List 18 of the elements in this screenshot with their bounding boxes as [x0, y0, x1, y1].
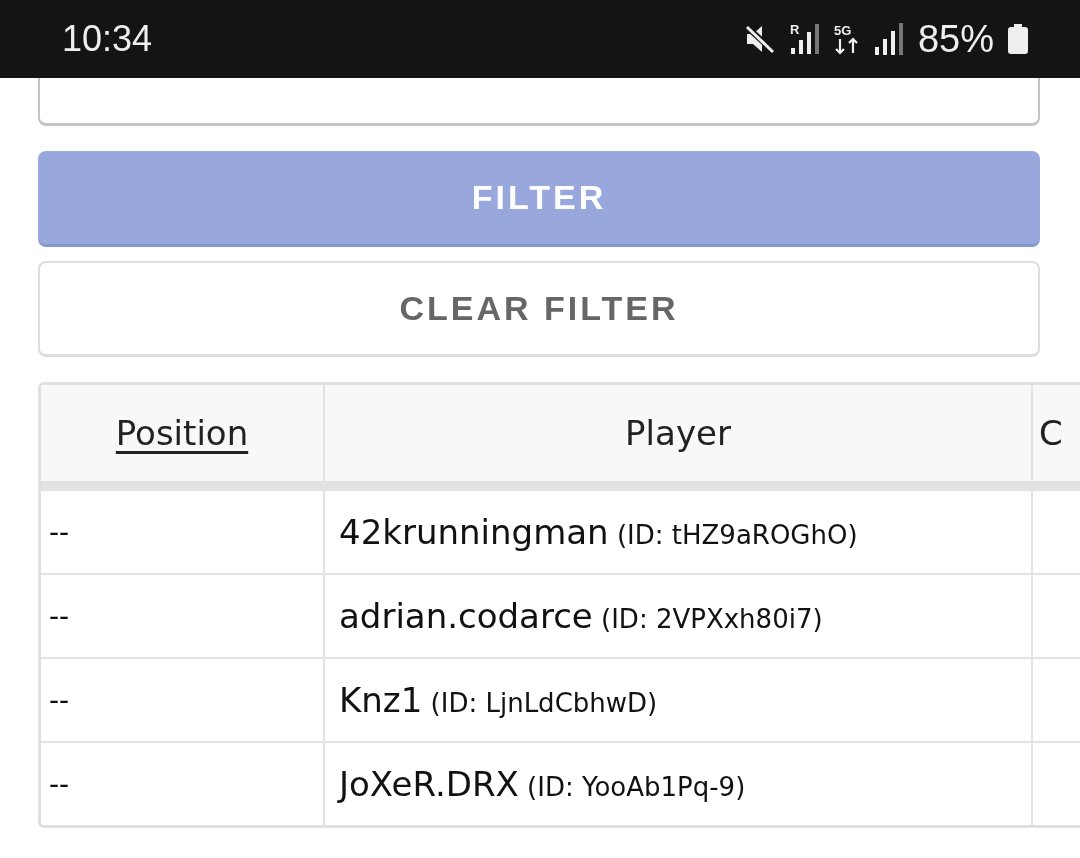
- column-header: C: [1039, 413, 1063, 453]
- mute-icon: [743, 24, 776, 54]
- position-cell: --: [49, 683, 70, 717]
- player-name: 42krunningman (ID: tHZ9aROGhO): [339, 512, 858, 552]
- position-cell: --: [49, 599, 70, 633]
- position-cell: --: [49, 767, 70, 801]
- signal-icon: [873, 23, 904, 55]
- player-name: Knz1 (ID: LjnLdCbhwD): [339, 680, 658, 720]
- battery-percentage: 85%: [917, 17, 994, 61]
- clear-filter-button[interactable]: CLEAR FILTER: [38, 261, 1040, 357]
- position-cell: --: [49, 515, 70, 549]
- sort-link[interactable]: Position: [115, 413, 249, 453]
- select-field[interactable]: [38, 78, 1040, 126]
- player-name: JoXeR.DRX (ID: YooAb1Pq-9): [339, 764, 746, 804]
- battery-icon: [1008, 24, 1028, 54]
- clock-time: 10:34: [62, 18, 153, 60]
- column-header: Player: [625, 413, 731, 453]
- player-name: adrian.codarce (ID: 2VPXxh80i7): [339, 596, 823, 636]
